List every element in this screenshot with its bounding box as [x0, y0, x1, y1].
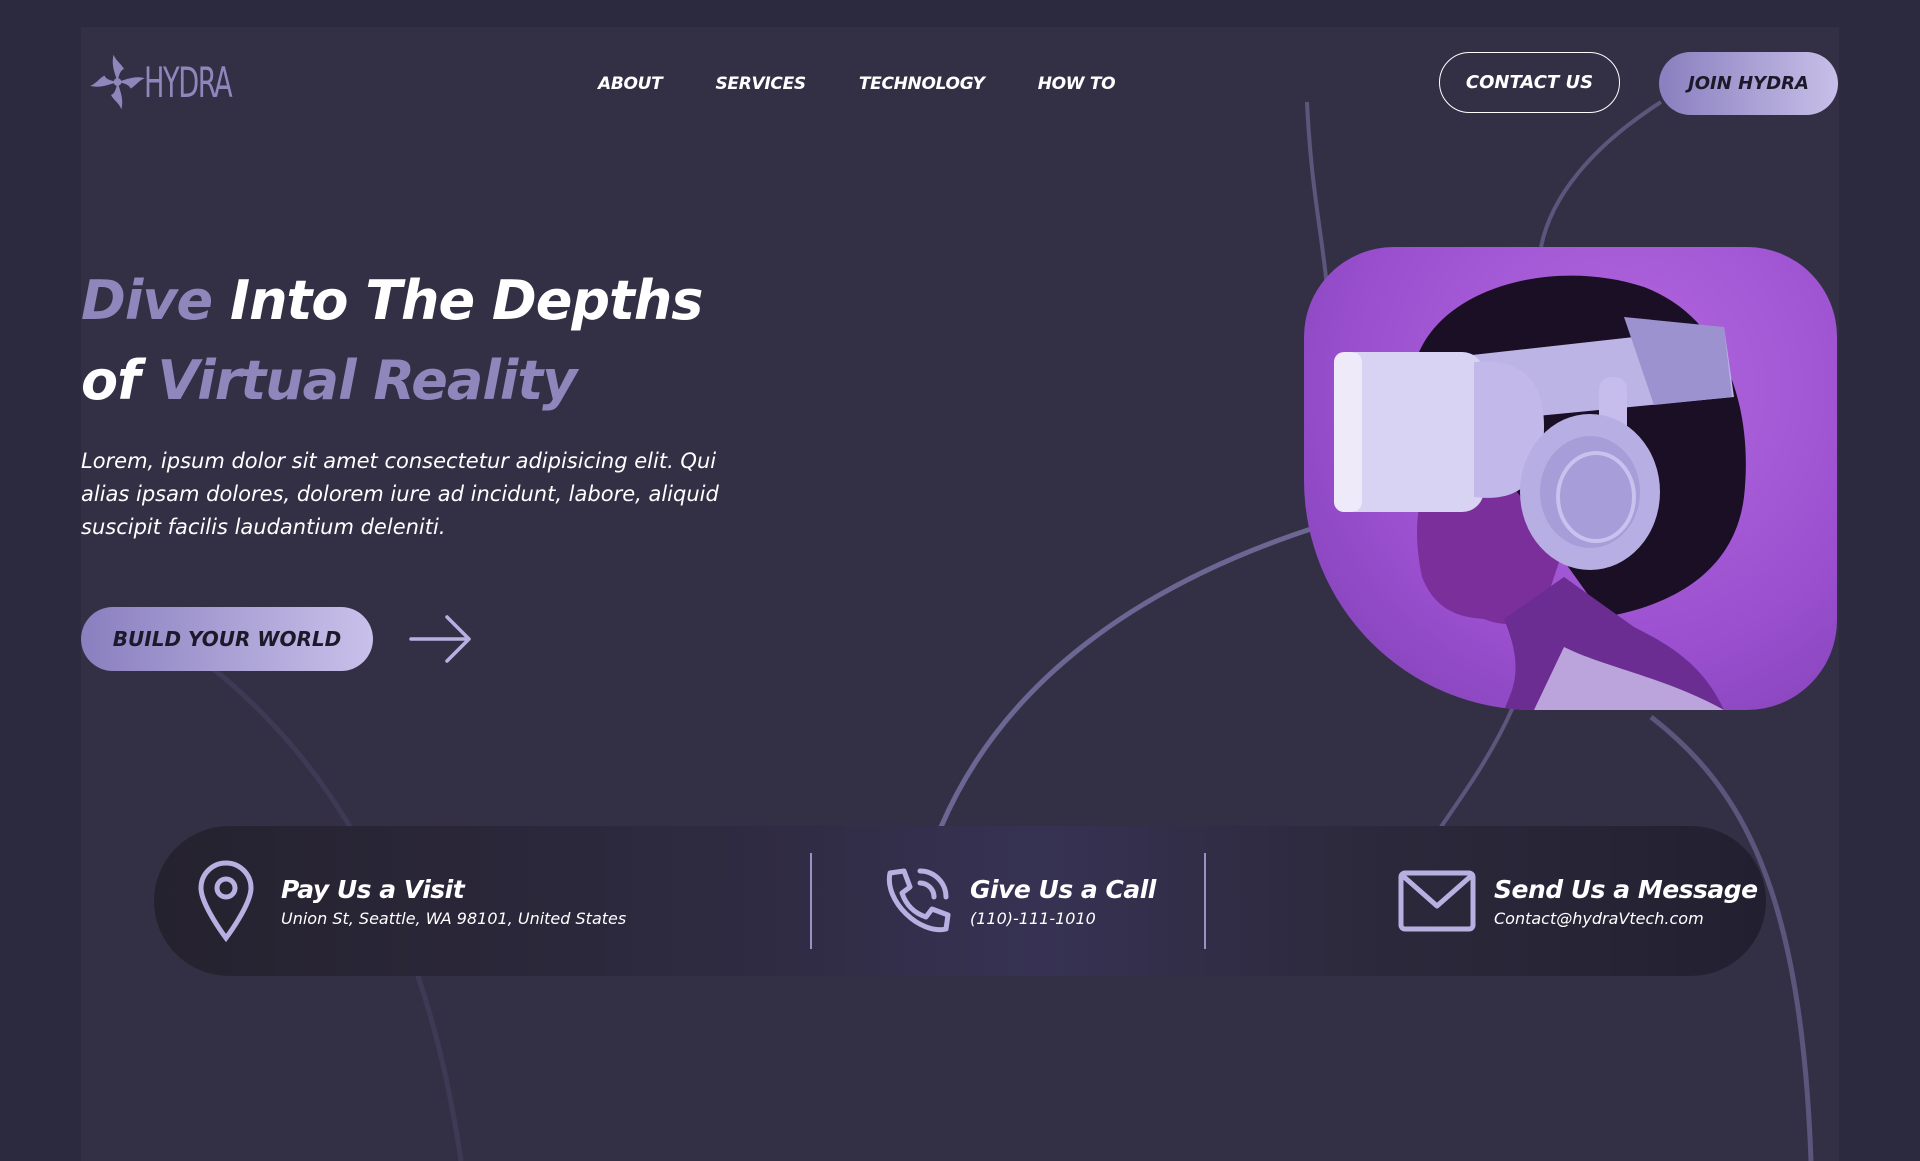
- contact-message[interactable]: Send Us a Message Contact@hydraVtech.com: [1398, 826, 1758, 976]
- envelope-icon: [1398, 870, 1476, 932]
- hero-title-accent-dive: Dive: [81, 269, 213, 332]
- nav-technology[interactable]: TECHNOLOGY: [859, 74, 985, 94]
- contact-visit-address: Union St, Seattle, WA 98101, United Stat…: [281, 908, 627, 928]
- contact-bar: Pay Us a Visit Union St, Seattle, WA 981…: [154, 826, 1766, 976]
- contact-call-title: Give Us a Call: [970, 874, 1156, 904]
- contact-divider-1: [810, 853, 812, 949]
- contact-us-button[interactable]: CONTACT US: [1439, 52, 1620, 113]
- main-nav: ABOUT SERVICES TECHNOLOGY HOW TO: [598, 74, 1168, 94]
- location-pin-icon: [198, 860, 254, 942]
- hero-title-accent-vr: Virtual Reality: [157, 349, 577, 412]
- hero-description: Lorem, ipsum dolor sit amet consectetur …: [81, 449, 719, 539]
- hydra-swirl-icon: [90, 54, 145, 110]
- contact-message-title: Send Us a Message: [1494, 874, 1758, 904]
- nav-about[interactable]: ABOUT: [598, 74, 663, 94]
- contact-visit: Pay Us a Visit Union St, Seattle, WA 981…: [197, 826, 626, 976]
- hero-title-line1: Into The Depths: [212, 269, 703, 332]
- join-hydra-button[interactable]: JOIN HYDRA: [1659, 52, 1838, 115]
- contact-message-email[interactable]: Contact@hydraVtech.com: [1494, 909, 1758, 928]
- hero-title: Dive Into The Depths of Virtual Reality: [81, 261, 703, 421]
- hero-vr-image: [1304, 247, 1837, 710]
- vr-person-illustration: [1334, 275, 1746, 710]
- arrow-right-icon[interactable]: [409, 613, 473, 665]
- phone-icon: [886, 868, 951, 933]
- contact-divider-2: [1204, 853, 1206, 949]
- brand-logo[interactable]: HYDRA: [85, 27, 265, 137]
- nav-how-to[interactable]: HOW TO: [1038, 74, 1116, 94]
- page: HYDRA ABOUT SERVICES TECHNOLOGY HOW TO C…: [81, 27, 1839, 1161]
- contact-visit-title: Pay Us a Visit: [281, 874, 465, 904]
- contact-call[interactable]: Give Us a Call (110)-111-1010: [880, 826, 1156, 976]
- build-your-world-button[interactable]: BUILD YOUR WORLD: [81, 607, 373, 671]
- hero-title-of: of: [81, 349, 158, 412]
- nav-services[interactable]: SERVICES: [715, 74, 806, 94]
- contact-call-phone[interactable]: (110)-111-1010: [970, 909, 1156, 928]
- brand-name: HYDRA: [144, 57, 233, 107]
